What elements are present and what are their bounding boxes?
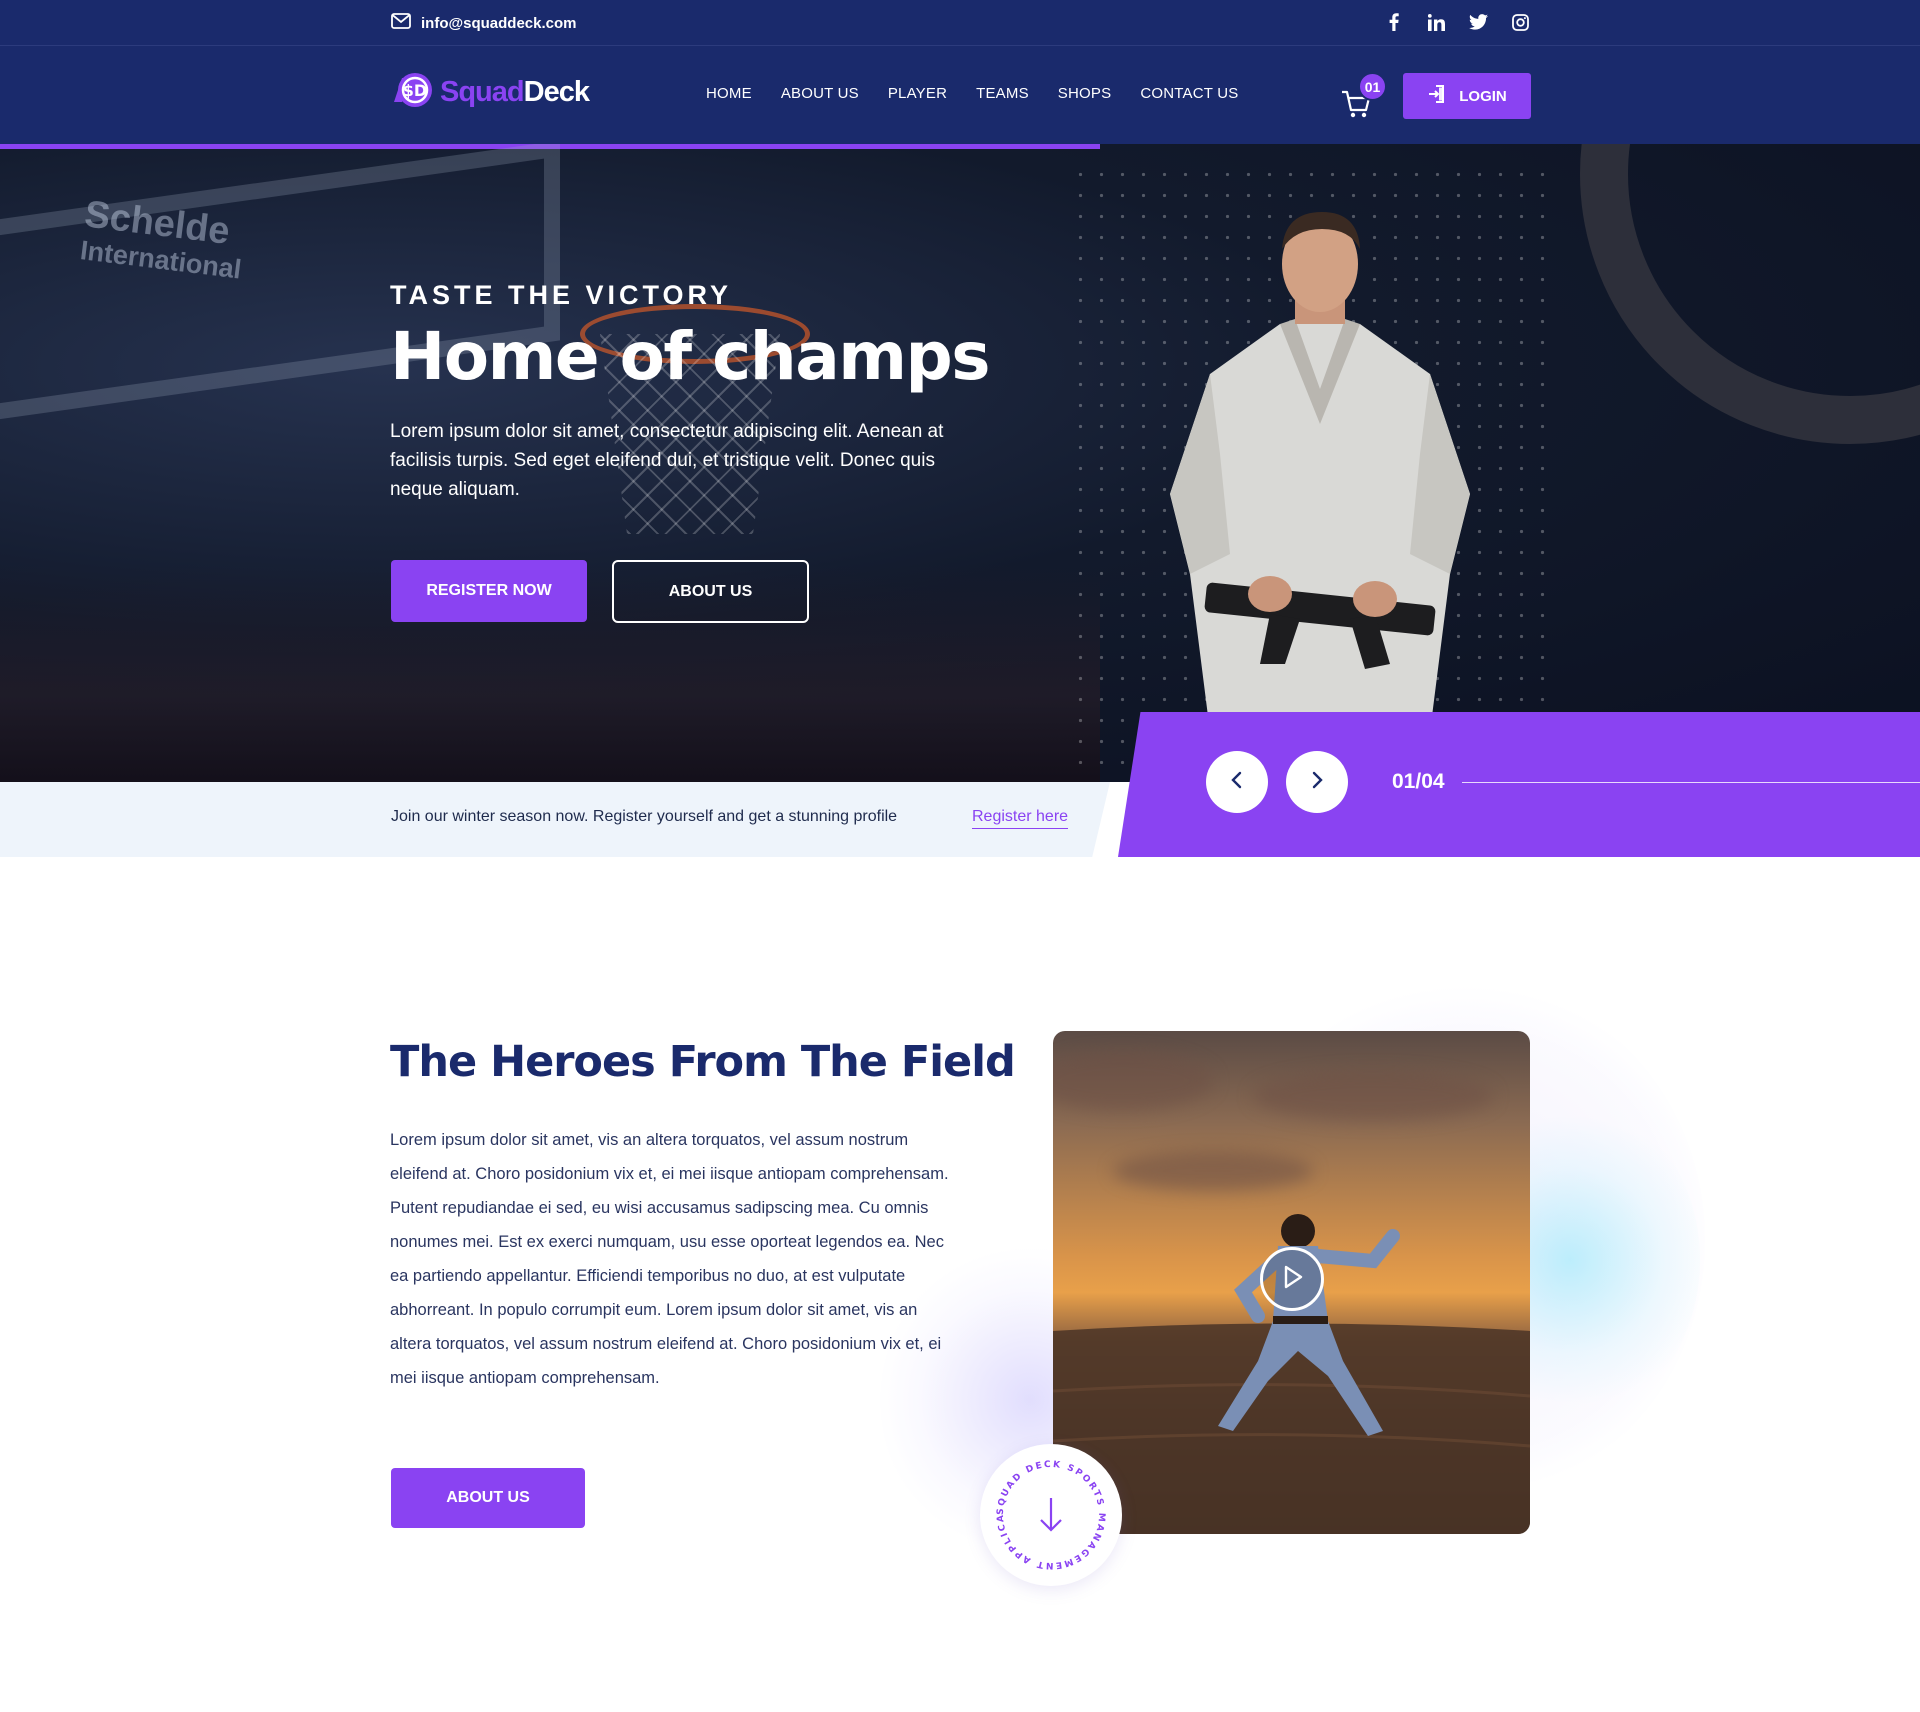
hero-description: Lorem ipsum dolor sit amet, consectetur … [390,421,944,500]
play-icon [1280,1264,1304,1295]
register-now-button[interactable]: REGISTER NOW [391,560,587,622]
cart-count-badge: 01 [1358,72,1387,101]
hero-eyebrow: TASTE THE VICTORY [390,280,733,310]
facebook-icon[interactable] [1384,11,1404,33]
main-nav: HOME ABOUT US PLAYER TEAMS SHOPS CONTACT… [706,85,1238,102]
announcement-bar: Join our winter season now. Register you… [0,782,1110,857]
page: info@squaddeck.com $D SquadDeck HOME ABO… [0,0,1920,1712]
arrow-down-icon [1040,1498,1062,1532]
nav-player[interactable]: PLAYER [888,85,947,102]
svg-text:SQUAD DECK SPORTS MANAGEMENT A: SQUAD DECK SPORTS MANAGEMENT APPLICATION [986,1450,1106,1570]
chevron-right-icon [1310,770,1324,795]
section-title: The Heroes From The Field [390,1037,1016,1087]
email-text: info@squaddeck.com [421,14,577,32]
twitter-icon[interactable] [1468,11,1488,33]
nav-home[interactable]: HOME [706,85,752,102]
previous-slide-button[interactable] [1206,751,1268,813]
login-label: LOGIN [1459,87,1507,105]
main-header: $D SquadDeck HOME ABOUT US PLAYER TEAMS … [0,46,1920,144]
circular-badge-text: SQUAD DECK SPORTS MANAGEMENT APPLICATION [986,1450,1106,1570]
logo-text: SquadDeck [440,76,590,108]
hero-about-us-button[interactable]: ABOUT US [612,560,809,623]
social-links [1384,11,1530,33]
top-bar: info@squaddeck.com [0,0,1920,46]
slide-counter-line [1462,782,1920,783]
about-us-button[interactable]: ABOUT US [391,1468,585,1528]
mail-icon [391,13,411,33]
chevron-left-icon [1230,770,1244,795]
decorative-ring [1580,144,1920,444]
contact-email[interactable]: info@squaddeck.com [391,13,577,33]
announcement-message: Join our winter season now. Register you… [391,808,898,825]
site-logo[interactable]: $D SquadDeck [390,70,590,115]
logo-icon: $D [390,70,434,115]
video-thumbnail[interactable] [1053,1031,1530,1534]
nav-contact-us[interactable]: CONTACT US [1140,85,1238,102]
login-icon [1427,84,1447,108]
login-button[interactable]: LOGIN [1403,73,1531,119]
linkedin-icon[interactable] [1426,11,1446,33]
nav-shops[interactable]: SHOPS [1058,85,1112,102]
slide-counter: 01/04 [1392,770,1445,793]
section-body: Lorem ipsum dolor sit amet, vis an alter… [390,1131,949,1387]
svg-text:$D: $D [403,81,427,100]
register-here-link[interactable]: Register here [972,808,1069,829]
next-slide-button[interactable] [1286,751,1348,813]
scroll-down-badge[interactable]: SQUAD DECK SPORTS MANAGEMENT APPLICATION [980,1444,1122,1586]
nav-about-us[interactable]: ABOUT US [781,85,859,102]
slider-controls: 01/04 [1118,712,1920,857]
hero-title: Home of champs [390,318,991,395]
athlete-image [1170,212,1470,732]
cart-button[interactable]: 01 [1340,72,1387,120]
play-button[interactable] [1260,1247,1324,1311]
hero-banner: Schelde International TASTE THE VICTORY H… [0,144,1920,782]
nav-teams[interactable]: TEAMS [976,85,1029,102]
instagram-icon[interactable] [1510,11,1530,33]
